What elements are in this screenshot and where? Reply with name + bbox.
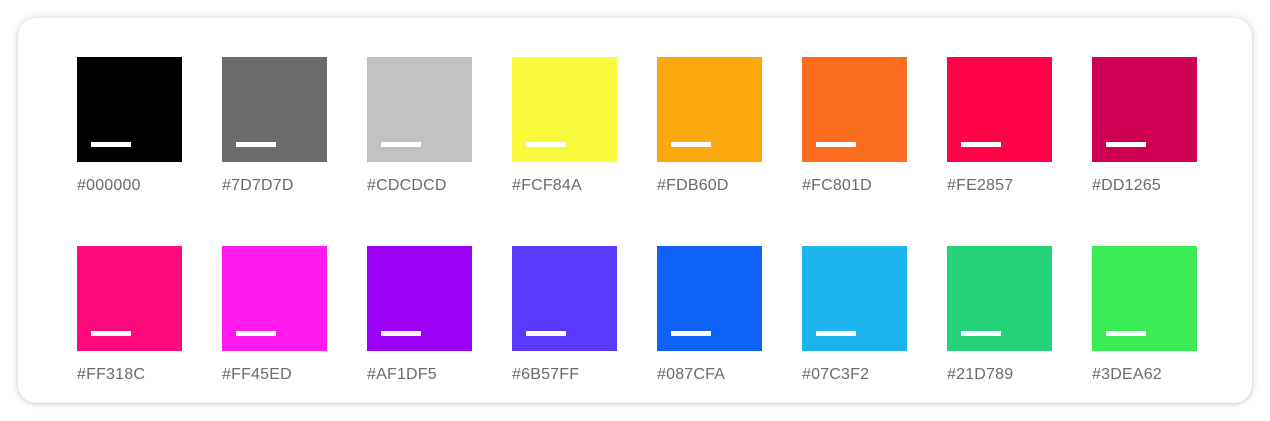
swatch-hex-label: #21D789 xyxy=(947,366,1014,383)
color-swatch-3dea62[interactable]: #3DEA62 xyxy=(1092,246,1197,384)
swatch-color-block[interactable] xyxy=(512,57,617,162)
swatch-hex-label: #087CFA xyxy=(657,366,726,383)
swatch-hex-label: #07C3F2 xyxy=(802,366,870,383)
swatch-bar-mark xyxy=(1106,142,1146,147)
swatch-hex-label: #DD1265 xyxy=(1092,177,1162,194)
color-swatch-21d789[interactable]: #21D789 xyxy=(947,246,1052,384)
swatch-hex-label: #CDCDCD xyxy=(367,177,447,194)
color-swatch-fe2857[interactable]: #FE2857 xyxy=(947,57,1052,195)
color-swatch-fcf84a[interactable]: #FCF84A xyxy=(512,57,617,195)
swatch-color-block[interactable] xyxy=(947,57,1052,162)
swatch-bar-mark xyxy=(1106,331,1146,336)
swatch-color-block[interactable] xyxy=(512,246,617,351)
swatch-bar-mark xyxy=(961,331,1001,336)
swatch-color-block[interactable] xyxy=(802,246,907,351)
swatch-color-block[interactable] xyxy=(77,57,182,162)
swatch-bar-mark xyxy=(816,331,856,336)
swatch-bar-mark xyxy=(816,142,856,147)
color-swatch-dd1265[interactable]: #DD1265 xyxy=(1092,57,1197,195)
swatch-bar-mark xyxy=(236,331,276,336)
color-swatch-cdcdcd[interactable]: #CDCDCD xyxy=(367,57,472,195)
swatch-bar-mark xyxy=(381,142,421,147)
color-swatch-fdb60d[interactable]: #FDB60D xyxy=(657,57,762,195)
swatch-color-block[interactable] xyxy=(222,57,327,162)
swatch-color-block[interactable] xyxy=(657,246,762,351)
color-swatch-ff318c[interactable]: #FF318C xyxy=(77,246,182,384)
swatch-bar-mark xyxy=(671,331,711,336)
swatch-color-block[interactable] xyxy=(947,246,1052,351)
swatch-hex-label: #FCF84A xyxy=(512,177,582,194)
swatch-bar-mark xyxy=(236,142,276,147)
color-swatch-af1df5[interactable]: #AF1DF5 xyxy=(367,246,472,384)
swatch-bar-mark xyxy=(526,331,566,336)
swatch-hex-label: #3DEA62 xyxy=(1092,366,1162,383)
swatch-hex-label: #000000 xyxy=(77,177,141,194)
swatch-bar-mark xyxy=(961,142,1001,147)
swatch-color-block[interactable] xyxy=(367,246,472,351)
color-swatch-6b57ff[interactable]: #6B57FF xyxy=(512,246,617,384)
color-swatch-087cfa[interactable]: #087CFA xyxy=(657,246,762,384)
swatch-hex-label: #FF45ED xyxy=(222,366,292,383)
swatch-color-block[interactable] xyxy=(367,57,472,162)
swatch-color-block[interactable] xyxy=(222,246,327,351)
palette-row-2: #FF318C #FF45ED #AF1DF5 #6B57FF #087CFA … xyxy=(77,246,1197,384)
swatch-color-block[interactable] xyxy=(1092,246,1197,351)
swatch-hex-label: #FE2857 xyxy=(947,177,1014,194)
swatch-hex-label: #6B57FF xyxy=(512,366,580,383)
color-swatch-07c3f2[interactable]: #07C3F2 xyxy=(802,246,907,384)
swatch-color-block[interactable] xyxy=(657,57,762,162)
swatch-bar-mark xyxy=(91,331,131,336)
swatch-bar-mark xyxy=(91,142,131,147)
swatch-color-block[interactable] xyxy=(802,57,907,162)
color-swatch-7d7d7d[interactable]: #7D7D7D xyxy=(222,57,327,195)
swatch-hex-label: #AF1DF5 xyxy=(367,366,437,383)
color-palette-card: #000000 #7D7D7D #CDCDCD #FCF84A #FDB60D … xyxy=(18,18,1252,403)
swatch-color-block[interactable] xyxy=(77,246,182,351)
swatch-bar-mark xyxy=(381,331,421,336)
swatch-hex-label: #FC801D xyxy=(802,177,872,194)
color-swatch-fc801d[interactable]: #FC801D xyxy=(802,57,907,195)
palette-row-1: #000000 #7D7D7D #CDCDCD #FCF84A #FDB60D … xyxy=(77,57,1197,195)
swatch-color-block[interactable] xyxy=(1092,57,1197,162)
swatch-hex-label: #7D7D7D xyxy=(222,177,294,194)
color-swatch-000000[interactable]: #000000 xyxy=(77,57,182,195)
swatch-bar-mark xyxy=(671,142,711,147)
swatch-hex-label: #FDB60D xyxy=(657,177,729,194)
swatch-bar-mark xyxy=(526,142,566,147)
swatch-hex-label: #FF318C xyxy=(77,366,146,383)
color-swatch-ff45ed[interactable]: #FF45ED xyxy=(222,246,327,384)
